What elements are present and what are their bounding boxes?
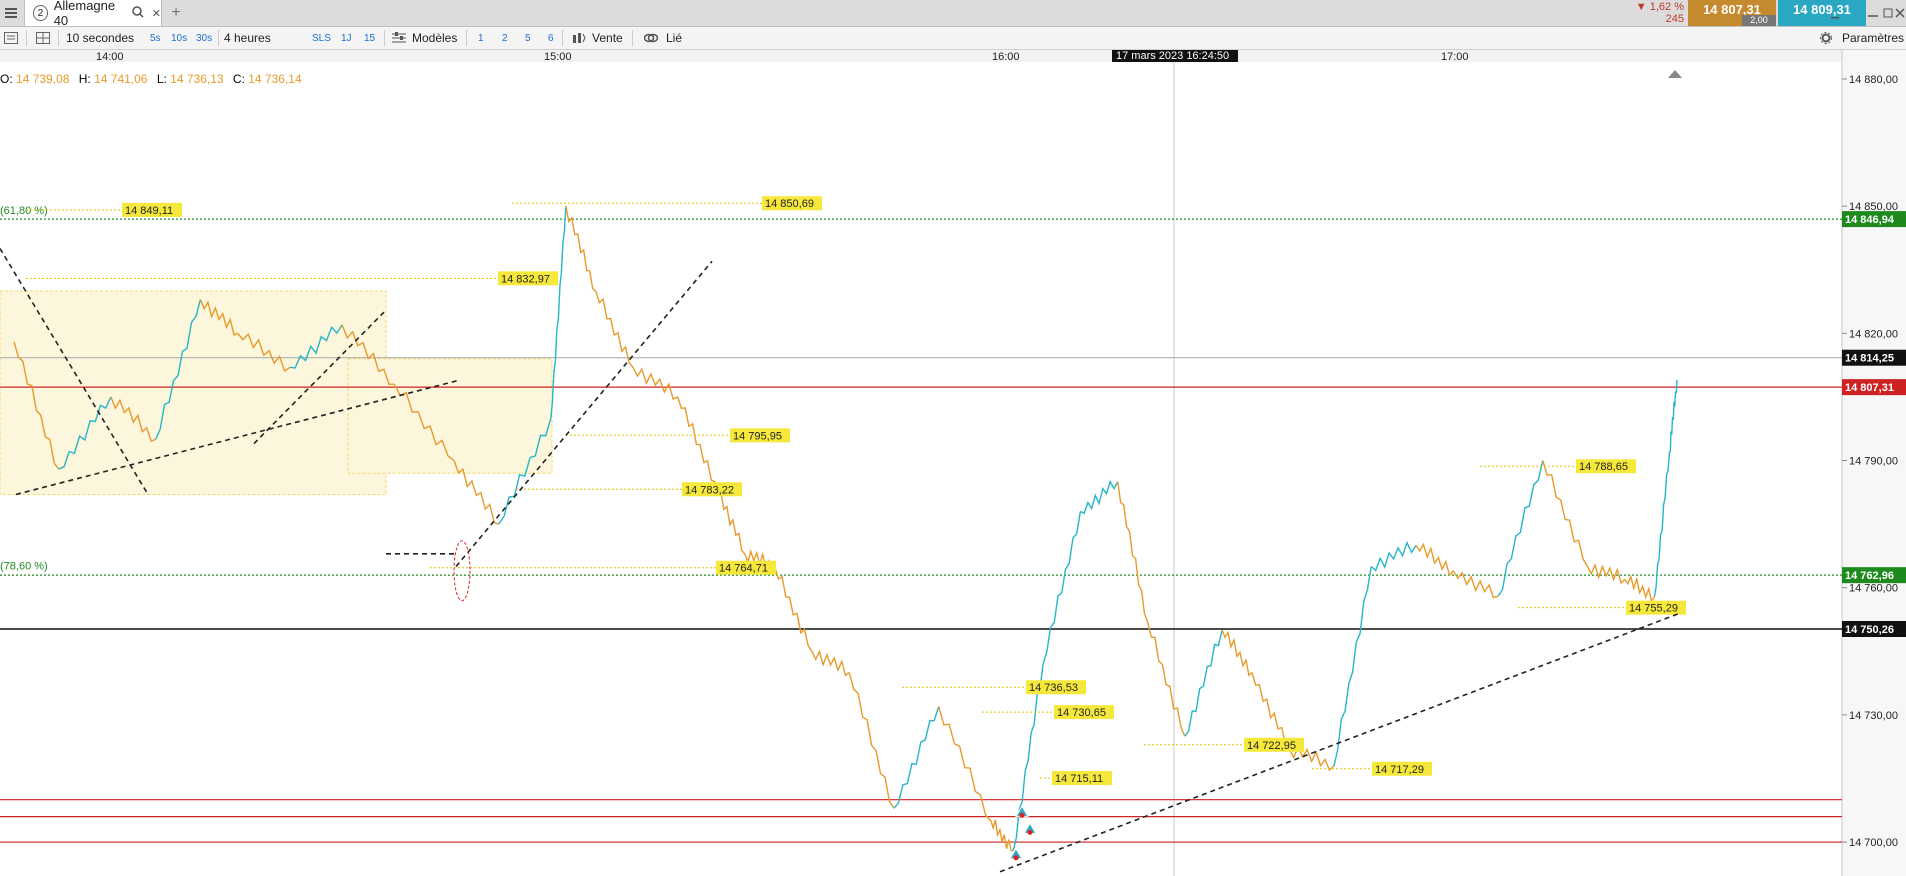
order-mode-button[interactable]: Vente	[592, 27, 623, 49]
time-tick-label: 14:00	[96, 51, 124, 63]
level-price-label: 14 762,96	[1845, 570, 1894, 582]
annotation-label: 14 783,22	[685, 484, 734, 496]
settings-button[interactable]: Paramètres	[1842, 27, 1904, 49]
price-tick-label: 14 880,00	[1849, 74, 1898, 86]
spread-badge: 2,00	[1742, 15, 1776, 26]
price-tick-label: 14 790,00	[1849, 456, 1898, 468]
annotation-label: 14 730,65	[1057, 707, 1106, 719]
tab-bar: 2 Allemagne 40 ✕ + ▼ 1,62 % 245 14 807,3…	[0, 0, 1906, 28]
price-chart[interactable]: 14:00 15:00 16:00 17:00 17 mars 2023 16:24:5…	[0, 0, 1906, 876]
price-tick-label: 14 820,00	[1849, 328, 1898, 340]
chart-toolbar: 10 secondes 5s 10s 30s 4 heures SLS 1J 1…	[0, 27, 1906, 50]
price-tick-label: 14 730,00	[1849, 710, 1898, 722]
interval-10s[interactable]: 10s	[171, 27, 187, 49]
change-percent: ▼ 1,62 %	[1635, 1, 1684, 13]
search-icon[interactable]	[132, 5, 144, 21]
interval-5s[interactable]: 5s	[150, 27, 161, 49]
annotation-label: 14 715,11	[1055, 773, 1103, 785]
order-mode-icon	[572, 27, 586, 49]
gear-icon[interactable]	[1820, 27, 1832, 49]
link-button[interactable]: Lié	[666, 27, 682, 49]
crosshair-time-label: 17 mars 2023 16:24:50	[1116, 50, 1229, 62]
slot-1[interactable]: 1	[478, 27, 484, 49]
interval-select[interactable]: 10 secondes	[66, 27, 134, 49]
price-change: ▼ 1,62 % 245	[1620, 0, 1684, 27]
fib-label: (78,60 %)	[0, 561, 48, 573]
ohlc-high: 14 741,06	[94, 72, 148, 86]
period-15[interactable]: 15	[364, 27, 375, 49]
slot-5[interactable]: 5	[525, 27, 531, 49]
level-price-label: 14 846,94	[1845, 214, 1895, 226]
tab-number-badge: 2	[33, 5, 48, 21]
change-points: 245	[1665, 13, 1684, 25]
alert-dot	[1019, 812, 1025, 818]
hamburger-icon[interactable]	[0, 0, 22, 26]
slot-2[interactable]: 2	[502, 27, 508, 49]
ohlc-legend: O: 14 739,08 H: 14 741,06 L: 14 736,13 C…	[0, 72, 302, 86]
consolidation-zone-2	[347, 358, 553, 474]
fib-label: (61,80 %)	[0, 205, 48, 217]
annotation-label: 14 849,11	[125, 205, 173, 217]
annotation-label: 14 736,53	[1029, 682, 1078, 694]
tab-title: Allemagne 40	[53, 0, 116, 28]
time-axis	[0, 49, 1842, 62]
close-window-icon[interactable]	[1894, 0, 1906, 26]
ohlc-low: 14 736,13	[170, 72, 224, 86]
new-tab-button[interactable]: +	[166, 0, 186, 26]
alert-dot	[1027, 829, 1033, 835]
level-price-label: 14 750,26	[1845, 624, 1894, 636]
ohlc-close: 14 736,14	[248, 72, 302, 86]
level-price-label: 14 807,31	[1845, 382, 1894, 394]
time-tick-label: 16:00	[992, 51, 1020, 63]
level-price-label: 14 814,25	[1845, 353, 1894, 365]
time-tick-label: 17:00	[1441, 51, 1469, 63]
list-view-icon[interactable]	[4, 27, 18, 49]
close-tab-icon[interactable]: ✕	[152, 7, 161, 20]
alert-dot	[1013, 855, 1019, 861]
buy-quote-button[interactable]: 14 809,31	[1778, 0, 1866, 26]
link-icon	[644, 27, 658, 49]
period-select[interactable]: 4 heures	[224, 27, 271, 49]
annotation-label: 14 755,29	[1629, 603, 1678, 615]
ask-price: 14 809,31	[1793, 1, 1851, 17]
time-tick-label: 15:00	[544, 51, 572, 63]
annotation-label: 14 722,95	[1247, 740, 1296, 752]
templates-button[interactable]: Modèles	[412, 27, 457, 49]
annotation-label: 14 764,71	[719, 563, 768, 575]
layout-grid-icon[interactable]	[36, 27, 50, 49]
minimize-window-icon[interactable]	[1866, 0, 1880, 26]
annotation-label: 14 795,95	[733, 430, 782, 442]
annotation-label: 14 832,97	[501, 273, 550, 285]
price-tick-label: 14 760,00	[1849, 583, 1898, 595]
annotation-label: 14 850,69	[765, 198, 814, 210]
annotation-label: 14 717,29	[1375, 764, 1424, 776]
slot-6[interactable]: 6	[548, 27, 554, 49]
period-sls[interactable]: SLS	[312, 27, 331, 49]
tab-instrument[interactable]: 2 Allemagne 40 ✕	[24, 0, 162, 28]
annotation-label: 14 788,65	[1579, 461, 1628, 473]
ohlc-open: 14 739,08	[16, 72, 70, 86]
minimize-icon[interactable]: ▁	[1828, 0, 1842, 26]
templates-icon	[392, 27, 406, 49]
price-tick-label: 14 700,00	[1849, 837, 1898, 849]
interval-30s[interactable]: 30s	[196, 27, 212, 49]
maximize-window-icon[interactable]	[1882, 0, 1894, 26]
period-1j[interactable]: 1J	[341, 27, 352, 49]
